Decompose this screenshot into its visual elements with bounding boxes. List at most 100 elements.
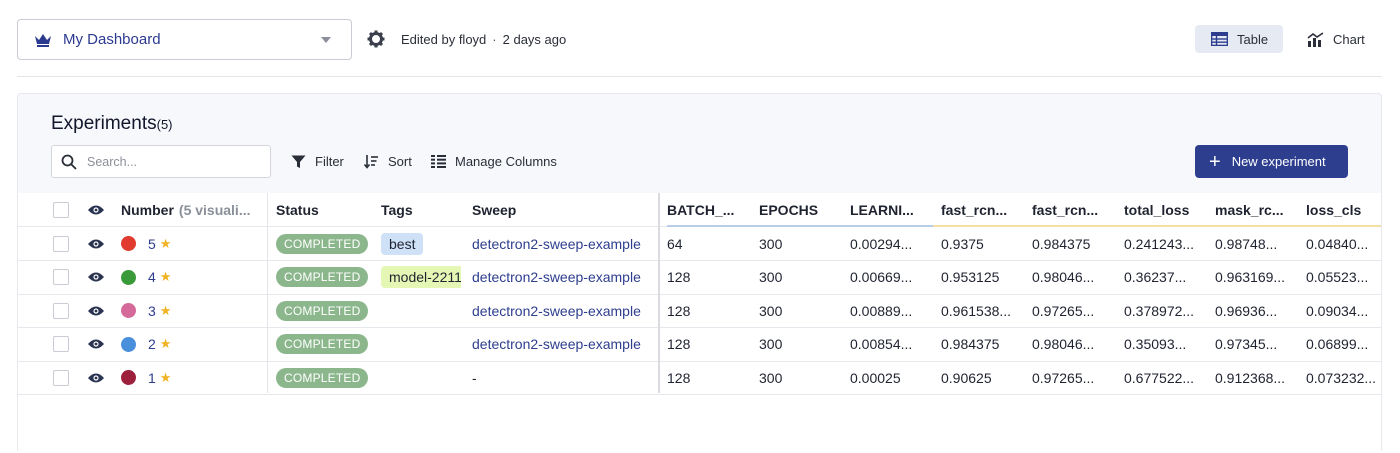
run-number[interactable]: 1	[148, 370, 156, 386]
run-number[interactable]: 2	[148, 336, 156, 352]
eye-icon[interactable]	[87, 338, 105, 350]
sweep-cell: detectron2-sweep-example	[472, 328, 657, 361]
cell-loss_cls: 0.06899...	[1306, 336, 1369, 352]
status-cell: COMPLETED	[276, 227, 376, 260]
select-cell	[53, 294, 73, 327]
visibility-all-cell	[87, 193, 109, 226]
cell-lr: 0.00294...	[850, 235, 913, 252]
experiments-panel: Experiments(5) Filter Sort	[17, 93, 1382, 453]
run-color-dot[interactable]	[121, 336, 136, 352]
cell-batch: 128	[667, 369, 691, 386]
cell-total_loss: 0.378972...	[1124, 302, 1195, 319]
experiments-table: Number (5 visuali... Status Tags Sweep BA…	[18, 193, 1381, 453]
cell-epochs: 300	[759, 369, 783, 386]
header-sweep[interactable]: Sweep	[472, 193, 657, 226]
star-icon[interactable]: ★	[160, 236, 172, 252]
sweep-link[interactable]: detectron2-sweep-example	[472, 269, 641, 285]
status-cell: COMPLETED	[276, 361, 376, 394]
header-status[interactable]: Status	[276, 193, 371, 226]
run-number[interactable]: 3	[148, 303, 156, 319]
cell-fast2: 0.98046...	[1032, 336, 1095, 352]
sweep-link: -	[472, 369, 477, 386]
run-color-dot[interactable]	[121, 303, 136, 318]
row-checkbox[interactable]	[53, 369, 69, 386]
search-box[interactable]	[51, 145, 271, 178]
table-row[interactable]: 2 ★ COMPLETED detectron2-sweep-example 128 30…	[18, 328, 1381, 362]
cell-fast1: 0.961538...	[941, 302, 1012, 319]
status-badge: COMPLETED	[276, 300, 369, 321]
cell-fast2: 0.97265...	[1032, 302, 1095, 319]
cell-fast1: 0.9375	[941, 235, 984, 252]
star-icon[interactable]: ★	[160, 336, 172, 352]
row-checkbox[interactable]	[53, 235, 69, 252]
run-color-dot[interactable]	[121, 370, 136, 385]
status-cell: COMPLETED	[276, 261, 376, 294]
chart-view-button[interactable]: Chart	[1297, 25, 1377, 53]
dashboard-selector[interactable]: My Dashboard	[17, 19, 352, 60]
star-icon[interactable]: ★	[160, 269, 172, 285]
row-checkbox[interactable]	[53, 302, 69, 319]
table-view-button[interactable]: Table	[1195, 25, 1283, 53]
run-number[interactable]: 4	[148, 269, 156, 285]
cell-mask: 0.963169...	[1215, 269, 1286, 285]
number-cell: 4 ★	[121, 261, 261, 294]
eye-icon[interactable]	[87, 372, 105, 384]
header-mask[interactable]: mask_rc...	[1215, 193, 1295, 226]
header-loss-cls[interactable]: loss_cls	[1306, 193, 1378, 226]
number-cell: 1 ★	[121, 361, 261, 394]
select-cell	[53, 361, 73, 394]
cell-loss_cls: 0.073232...	[1306, 369, 1377, 386]
cell-mask: 0.96936...	[1215, 302, 1278, 319]
table-row[interactable]: 3 ★ COMPLETED detectron2-sweep-example 128 30…	[18, 294, 1381, 328]
header-tags[interactable]: Tags	[381, 193, 461, 226]
eye-icon[interactable]	[87, 204, 105, 216]
eye-icon[interactable]	[87, 238, 105, 250]
gear-icon[interactable]	[367, 30, 385, 48]
eye-icon[interactable]	[87, 271, 105, 283]
sweep-link[interactable]: detectron2-sweep-example	[472, 236, 641, 252]
filter-button[interactable]: Filter	[291, 154, 344, 169]
column-divider	[267, 193, 268, 393]
cell-lr: 0.00025	[850, 369, 901, 386]
tag-badge[interactable]: model-2211	[381, 266, 461, 288]
manage-columns-button[interactable]: Manage Columns	[431, 154, 557, 169]
sweep-link[interactable]: detectron2-sweep-example	[472, 336, 641, 352]
columns-icon	[431, 155, 446, 168]
table-row[interactable]: 1 ★ COMPLETED - 128 300 0.00025 0.90625 0.97265.…	[18, 361, 1381, 395]
run-color-dot[interactable]	[121, 269, 136, 285]
header-epochs[interactable]: EPOCHS	[759, 193, 839, 226]
table-row[interactable]: 4 ★ COMPLETED model-2211 detectron2-sweep-ex…	[18, 261, 1381, 295]
new-experiment-button[interactable]: + New experiment	[1195, 145, 1348, 178]
row-checkbox[interactable]	[53, 269, 69, 285]
header-number[interactable]: Number (5 visuali...	[121, 193, 267, 226]
sweep-cell: -	[472, 361, 657, 394]
header-fast2[interactable]: fast_rcn...	[1032, 193, 1112, 226]
header-total-loss[interactable]: total_loss	[1124, 193, 1204, 226]
tag-badge[interactable]: best	[381, 232, 424, 255]
cell-epochs: 300	[759, 336, 783, 352]
select-all-checkbox[interactable]	[53, 201, 69, 218]
edited-info: Edited by floyd · 2 days ago	[401, 32, 566, 47]
header-number-hint: (5 visuali...	[178, 201, 251, 218]
cell-total_loss: 0.35093...	[1124, 336, 1187, 352]
run-color-dot[interactable]	[121, 236, 136, 251]
sort-button[interactable]: Sort	[364, 154, 412, 169]
search-input[interactable]	[85, 153, 255, 170]
row-checkbox[interactable]	[53, 336, 69, 352]
number-cell: 3 ★	[121, 294, 261, 327]
sweep-link[interactable]: detectron2-sweep-example	[472, 303, 641, 319]
star-icon[interactable]: ★	[160, 370, 172, 386]
eye-icon[interactable]	[87, 305, 105, 317]
header-fast1[interactable]: fast_rcn...	[941, 193, 1021, 226]
cell-batch: 128	[667, 269, 691, 285]
visibility-cell	[87, 294, 109, 327]
run-number[interactable]: 5	[148, 236, 156, 252]
table-row[interactable]: 5 ★ COMPLETED best detectron2-sweep-example 6…	[18, 227, 1381, 261]
edited-by: Edited by floyd	[401, 32, 487, 47]
header-learning[interactable]: LEARNI...	[850, 193, 930, 226]
star-icon[interactable]: ★	[160, 303, 172, 319]
select-all-cell	[53, 193, 73, 226]
visibility-cell	[87, 328, 109, 361]
header-batch[interactable]: BATCH_...	[667, 193, 747, 226]
cell-loss_cls: 0.04840...	[1306, 235, 1369, 252]
